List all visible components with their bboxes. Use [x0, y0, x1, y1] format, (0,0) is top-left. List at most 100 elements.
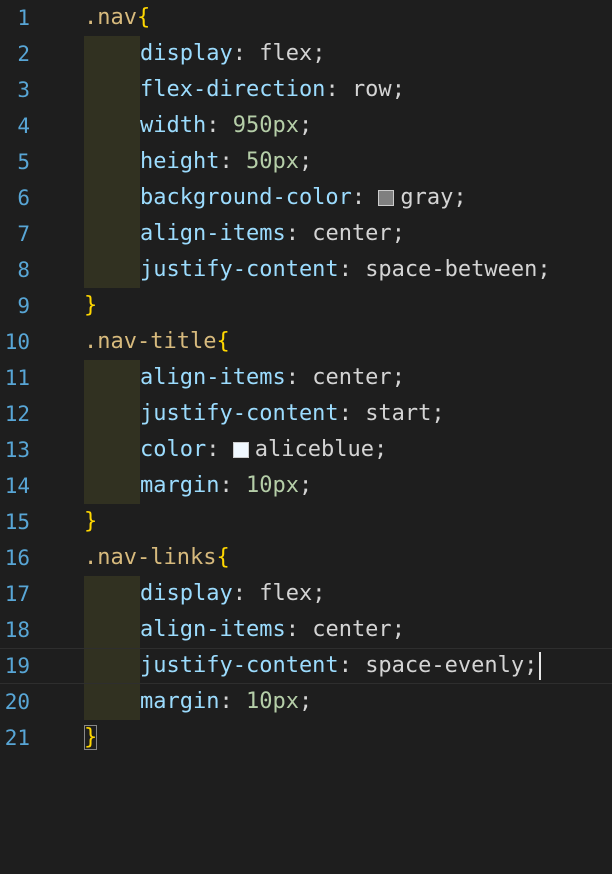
- css-value: center: [312, 365, 392, 390]
- line-number: 7: [17, 222, 30, 246]
- code-line[interactable]: 7 align-items: center;: [0, 216, 612, 252]
- code-text: .nav{: [84, 0, 150, 36]
- code-line[interactable]: 14 margin: 10px;: [0, 468, 612, 504]
- css-value: 10px: [245, 689, 299, 714]
- opening-brace: {: [216, 545, 230, 570]
- code-text: justify-content: start;: [140, 396, 445, 432]
- colon: :: [338, 653, 366, 678]
- code-line[interactable]: 1 .nav{: [0, 0, 612, 36]
- css-value: flex: [259, 41, 313, 66]
- code-line[interactable]: 4 width: 950px;: [0, 108, 612, 144]
- line-number: 3: [17, 78, 30, 102]
- code-line[interactable]: 8 justify-content: space-between;: [0, 252, 612, 288]
- code-text: .nav-title{: [84, 324, 230, 360]
- css-property: justify-content: [140, 257, 339, 282]
- colon: :: [338, 257, 366, 282]
- code-line[interactable]: 10 .nav-title{: [0, 324, 612, 360]
- colon: :: [219, 689, 246, 714]
- semicolon: ;: [298, 113, 313, 138]
- colon: :: [285, 365, 313, 390]
- code-text: width: 950px;: [140, 108, 312, 144]
- code-text: align-items: center;: [140, 612, 405, 648]
- line-number: 14: [4, 474, 30, 498]
- code-text: }: [84, 720, 98, 756]
- code-line[interactable]: 18 align-items: center;: [0, 612, 612, 648]
- line-number: 5: [17, 150, 30, 174]
- code-editor[interactable]: 1 .nav{2 display: flex; 3 flex-direction: ro…: [0, 0, 612, 874]
- code-text: flex-direction: row;: [140, 72, 405, 108]
- line-number: 4: [17, 114, 30, 138]
- semicolon: ;: [391, 77, 405, 102]
- css-property: justify-content: [140, 401, 339, 426]
- code-line[interactable]: 15}: [0, 504, 612, 540]
- code-line[interactable]: 11 align-items: center;: [0, 360, 612, 396]
- css-property: display: [140, 41, 233, 66]
- css-property: display: [140, 581, 233, 606]
- css-value: center: [312, 617, 392, 642]
- css-value: flex: [259, 581, 313, 606]
- colon: :: [351, 185, 379, 210]
- semicolon: ;: [453, 185, 467, 210]
- code-text: }: [84, 504, 97, 540]
- code-line[interactable]: 19 justify-content: space-evenly;: [0, 648, 612, 684]
- code-text: background-color: gray;: [140, 180, 467, 216]
- css-value: 10px: [245, 473, 299, 498]
- semicolon: ;: [391, 221, 405, 246]
- code-line[interactable]: 2 display: flex;: [0, 36, 612, 72]
- code-line[interactable]: 13 color: aliceblue;: [0, 432, 612, 468]
- line-number: 9: [17, 294, 30, 318]
- code-text: align-items: center;: [140, 216, 405, 252]
- closing-brace: }: [84, 293, 98, 318]
- code-line[interactable]: 17 display: flex;: [0, 576, 612, 612]
- code-text: margin: 10px;: [140, 468, 312, 504]
- css-value: 50px: [245, 149, 299, 174]
- code-text: justify-content: space-evenly;: [140, 649, 542, 683]
- line-number: 21: [4, 726, 30, 750]
- code-line[interactable]: 21}: [0, 720, 612, 756]
- opening-brace: {: [216, 329, 230, 354]
- css-selector: .nav: [84, 5, 137, 30]
- code-text: display: flex;: [140, 36, 325, 72]
- line-number: 19: [4, 654, 30, 678]
- code-line[interactable]: 9}: [0, 288, 612, 324]
- css-value: center: [312, 221, 392, 246]
- css-value: aliceblue: [254, 437, 374, 462]
- semicolon: ;: [298, 149, 313, 174]
- text-cursor: [539, 652, 542, 680]
- code-text: color: aliceblue;: [140, 432, 387, 468]
- code-line[interactable]: 3 flex-direction: row;: [0, 72, 612, 108]
- colon: :: [206, 113, 233, 138]
- line-number: 16: [4, 546, 30, 570]
- code-text: .nav-links{: [84, 540, 230, 576]
- colon: :: [219, 149, 246, 174]
- code-text: justify-content: space-between;: [140, 252, 551, 288]
- line-number: 12: [4, 402, 30, 426]
- semicolon: ;: [391, 617, 405, 642]
- line-number: 20: [4, 690, 30, 714]
- css-property: flex-direction: [140, 77, 326, 102]
- opening-brace: {: [136, 5, 151, 30]
- semicolon: ;: [431, 401, 445, 426]
- code-line[interactable]: 12 justify-content: start;: [0, 396, 612, 432]
- css-property: align-items: [140, 221, 286, 246]
- css-value: start: [365, 401, 432, 426]
- line-number: 6: [17, 186, 30, 210]
- code-line[interactable]: 5 height: 50px;: [0, 144, 612, 180]
- code-line[interactable]: 16 .nav-links{: [0, 540, 612, 576]
- code-line[interactable]: 20 margin: 10px;: [0, 684, 612, 720]
- css-property: width: [140, 113, 207, 138]
- closing-brace: }: [84, 509, 98, 534]
- css-selector: .nav-title: [84, 329, 217, 354]
- line-number: 10: [4, 330, 30, 354]
- color-swatch-icon[interactable]: [378, 190, 395, 206]
- line-number: 17: [4, 582, 30, 606]
- color-swatch-icon[interactable]: [232, 442, 249, 458]
- colon: :: [232, 581, 260, 606]
- css-value: row: [351, 77, 392, 102]
- css-property: margin: [140, 689, 220, 714]
- semicolon: ;: [391, 365, 405, 390]
- code-line[interactable]: 6 background-color: gray;: [0, 180, 612, 216]
- line-number: 8: [17, 258, 30, 282]
- code-text: display: flex;: [140, 576, 325, 612]
- line-number: 18: [4, 618, 30, 642]
